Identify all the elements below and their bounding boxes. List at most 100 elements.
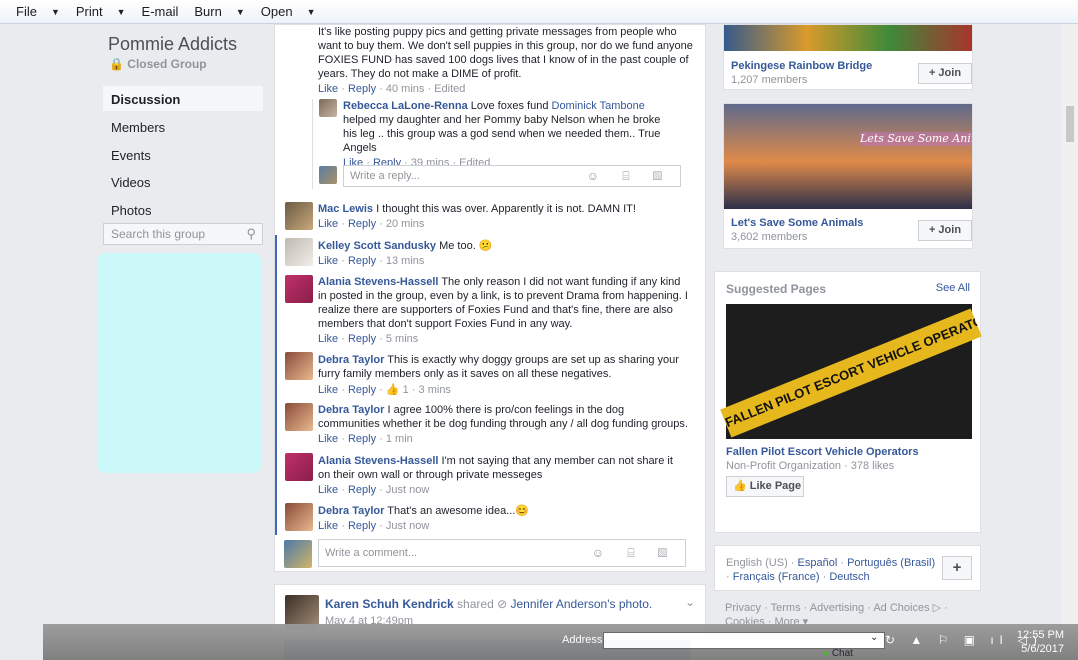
menu-item-email[interactable]: E-mail — [142, 4, 179, 19]
avatar[interactable] — [285, 352, 313, 380]
avatar[interactable] — [285, 503, 313, 531]
comment-text: Me too. 😕 — [439, 240, 493, 252]
dropdown-arrow-icon[interactable]: ▼ — [307, 7, 316, 17]
join-button[interactable]: + Join — [918, 220, 972, 241]
group-name[interactable]: Let's Save Some Animals — [731, 217, 863, 229]
clock-time: 12:55 PM — [1016, 629, 1064, 641]
write-comment-input[interactable]: Write a comment... ☺ ⌸ ▧ — [318, 539, 686, 567]
scrollbar-thumb[interactable] — [1066, 106, 1074, 142]
address-input[interactable] — [603, 632, 885, 649]
group-cover-image[interactable] — [724, 104, 972, 209]
language-link[interactable]: Français (France) — [733, 571, 820, 583]
reply-link[interactable]: Reply — [348, 218, 376, 230]
chevron-down-icon[interactable]: ⌄ — [870, 632, 878, 643]
avatar[interactable] — [319, 99, 337, 117]
post-author[interactable]: Karen Schuh Kendrick — [325, 597, 454, 611]
group-search-input[interactable]: Search this group ⚲ — [103, 223, 263, 245]
language-link[interactable]: Português (Brasil) — [847, 557, 935, 569]
avatar[interactable] — [285, 403, 313, 431]
comment-text: That's an awesome idea...😊 — [387, 505, 530, 517]
comment-meta: 40 mins · Edited — [385, 83, 466, 95]
like-link[interactable]: Like — [318, 218, 338, 230]
write-reply-placeholder: Write a reply... — [350, 170, 420, 182]
clock-date: 5/6/2017 — [1021, 643, 1064, 655]
menu-item-open[interactable]: Open ▼ — [261, 4, 316, 19]
group-member-count: 1,207 members — [731, 74, 808, 86]
commenter-name[interactable]: Debra Taylor — [318, 354, 384, 366]
footer-links[interactable]: Privacy · Terms · Advertising · Ad Choic… — [725, 601, 948, 614]
like-link[interactable]: Like — [318, 83, 338, 95]
comment-tools-icon[interactable]: ☺ ⌸ ▧ — [587, 169, 672, 184]
comment-tools-icon[interactable]: ☺ ⌸ ▧ — [592, 546, 677, 561]
page-scrollbar[interactable] — [1062, 24, 1078, 624]
avatar[interactable] — [285, 453, 313, 481]
add-language-button[interactable]: + — [942, 556, 972, 580]
like-count-icon[interactable]: 👍 — [386, 384, 400, 396]
like-link[interactable]: Like — [318, 433, 338, 445]
reply-link[interactable]: Reply — [348, 520, 376, 532]
page-name[interactable]: Fallen Pilot Escort Vehicle Operators — [726, 446, 919, 458]
nav-photos[interactable]: Photos — [103, 197, 263, 222]
menu-item-burn[interactable]: Burn ▼ — [194, 4, 244, 19]
reply-link[interactable]: Reply — [348, 484, 376, 496]
like-link[interactable]: Like — [318, 333, 338, 345]
commenter-name[interactable]: Mac Lewis — [318, 203, 373, 215]
group-cover-image[interactable] — [724, 25, 972, 51]
nav-discussion[interactable]: Discussion — [103, 86, 263, 111]
taskbar: Address ⌄ ↻ ▲ ⚐ ▣ ıl ◁) ● Chat 12:55 PM … — [43, 624, 1078, 660]
nav-events[interactable]: Events — [103, 142, 263, 167]
menu-item-label: E-mail — [141, 4, 179, 19]
cover-banner-text: Lets Save Some Anim — [860, 132, 972, 146]
comment-text: I thought this was over. Apparently it i… — [376, 203, 636, 215]
reply-link[interactable]: Reply — [348, 255, 376, 267]
commenter-name[interactable]: Rebecca LaLone-Renna — [343, 100, 468, 112]
dropdown-arrow-icon[interactable]: ▼ — [117, 7, 126, 17]
commenter-name[interactable]: Alania Stevens-Hassell — [318, 276, 438, 288]
dropdown-arrow-icon[interactable]: ▼ — [51, 7, 60, 17]
post-object[interactable]: photo. — [619, 597, 652, 611]
like-page-label: Like Page — [749, 480, 802, 492]
commenter-name[interactable]: Kelley Scott Sandusky — [318, 240, 436, 252]
search-placeholder: Search this group — [111, 227, 206, 241]
like-page-button[interactable]: 👍 Like Page — [726, 476, 804, 497]
nav-videos[interactable]: Videos — [103, 169, 263, 194]
language-link[interactable]: Español — [798, 557, 838, 569]
reply-link[interactable]: Reply — [348, 384, 376, 396]
new-comments-indicator — [275, 235, 277, 535]
language-link[interactable]: Deutsch — [829, 571, 869, 583]
avatar[interactable] — [285, 202, 313, 230]
chevron-down-icon[interactable]: ⌄ — [685, 595, 695, 609]
nav-members[interactable]: Members — [103, 114, 263, 139]
like-link[interactable]: Like — [318, 520, 338, 532]
mention-link[interactable]: Dominick Tambone — [552, 100, 645, 112]
post-target[interactable]: Jennifer Anderson's — [511, 597, 616, 611]
see-all-link[interactable]: See All — [936, 282, 970, 294]
commenter-name[interactable]: Alania Stevens-Hassell — [318, 455, 438, 467]
dropdown-arrow-icon[interactable]: ▼ — [236, 7, 245, 17]
group-name[interactable]: Pekingese Rainbow Bridge — [731, 60, 872, 72]
write-reply-input[interactable]: Write a reply... ☺ ⌸ ▧ — [343, 165, 681, 187]
like-link[interactable]: Like — [318, 484, 338, 496]
ad-placeholder — [97, 253, 261, 473]
menu-item-print[interactable]: Print ▼ — [76, 4, 126, 19]
like-link[interactable]: Like — [318, 255, 338, 267]
like-link[interactable]: Like — [318, 384, 338, 396]
commenter-name[interactable]: Debra Taylor — [318, 404, 384, 416]
chat-label[interactable]: ● Chat — [823, 648, 853, 659]
comment: Debra Taylor I agree 100% there is pro/c… — [318, 404, 688, 445]
search-icon[interactable]: ⚲ — [246, 226, 256, 242]
join-button[interactable]: + Join — [918, 63, 972, 84]
group-title[interactable]: Pommie Addicts — [108, 34, 237, 55]
reply-link[interactable]: Reply — [348, 83, 376, 95]
menu-item-file[interactable]: File ▼ — [16, 4, 60, 19]
reply-link[interactable]: Reply — [348, 333, 376, 345]
system-clock[interactable]: 12:55 PM 5/6/2017 — [1017, 628, 1064, 656]
avatar[interactable] — [285, 275, 313, 303]
avatar[interactable] — [285, 238, 313, 266]
comment-meta: 1 · 3 mins — [402, 384, 451, 396]
page-image[interactable]: FALLEN PILOT ESCORT VEHICLE OPERATORS — [720, 304, 982, 439]
commenter-name[interactable]: Debra Taylor — [318, 505, 384, 517]
reply-link[interactable]: Reply — [348, 433, 376, 445]
comment-meta: 5 mins — [385, 333, 419, 345]
menu-item-label: Burn — [194, 4, 222, 19]
